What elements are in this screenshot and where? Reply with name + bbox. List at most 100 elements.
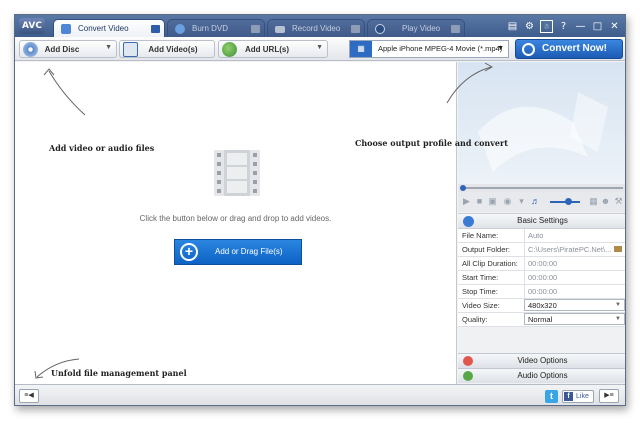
like-label: Like bbox=[576, 393, 589, 400]
tab-box-icon bbox=[451, 25, 460, 33]
panel-layout-icon[interactable]: ▶≡ bbox=[599, 389, 619, 403]
add-videos-button[interactable]: Add Video(s) bbox=[119, 40, 215, 58]
setting-key: File Name: bbox=[462, 231, 499, 240]
phone-profile-icon: ▦ bbox=[350, 41, 372, 57]
settings-panel: ▶ ■ ▣ ◉ ▾ ♬ ▦ ☻ ⚒ Basic Settings File Na… bbox=[458, 62, 625, 384]
film-reel-graphic bbox=[478, 92, 608, 172]
setting-quality: Quality: Normal ▼ bbox=[458, 313, 625, 327]
convert-now-label: Convert Now! bbox=[542, 43, 607, 54]
convert-now-button[interactable]: Convert Now! bbox=[515, 39, 623, 59]
menu-icon[interactable]: ▤ bbox=[506, 20, 519, 33]
setting-key: Output Folder: bbox=[462, 245, 510, 254]
play-icon[interactable]: ▶ bbox=[461, 196, 472, 207]
user-icon[interactable]: ☻ bbox=[600, 196, 611, 207]
setting-key: Quality: bbox=[462, 315, 488, 324]
chevron-down-icon[interactable]: ▾ bbox=[516, 196, 527, 207]
app-logo: AVC bbox=[19, 18, 45, 34]
tab-label: Play Video bbox=[402, 24, 441, 33]
add-urls-button[interactable]: Add URL(s) ▼ bbox=[218, 40, 328, 58]
wrench-icon[interactable]: ⚒ bbox=[613, 196, 624, 207]
basic-settings-header[interactable]: Basic Settings bbox=[458, 213, 625, 229]
toolbar: Add Disc ▼ Add Video(s) Add URL(s) ▼ ▦ A… bbox=[15, 37, 625, 61]
add-urls-label: Add URL(s) bbox=[245, 45, 289, 54]
minimize-icon[interactable]: — bbox=[574, 20, 587, 33]
file-drop-area[interactable]: Click the button below or drag and drop … bbox=[15, 62, 457, 384]
seek-knob[interactable] bbox=[460, 185, 466, 191]
app-window: AVC Convert Video Burn DVD Record Video … bbox=[14, 14, 626, 406]
filmstrip-icon bbox=[214, 150, 260, 196]
file-name-field[interactable]: Auto bbox=[524, 229, 625, 242]
tab-label: Convert Video bbox=[78, 24, 129, 33]
setting-file-name: File Name: Auto bbox=[458, 229, 625, 243]
refresh-icon bbox=[522, 43, 535, 56]
plus-icon: + bbox=[180, 243, 198, 261]
file-panel-toggle-icon[interactable]: ≡◀ bbox=[19, 389, 39, 403]
seek-track bbox=[462, 187, 623, 189]
add-or-drag-files-label: Add or Drag File(s) bbox=[215, 247, 283, 256]
setting-video-size: Video Size: 480x320 ▼ bbox=[458, 299, 625, 313]
audio-options-header[interactable]: Audio Options bbox=[458, 368, 625, 383]
setting-key: Stop Time: bbox=[462, 287, 498, 296]
playback-controls: ▶ ■ ▣ ◉ ▾ ♬ ▦ ☻ ⚒ bbox=[458, 192, 625, 212]
tab-burn-dvd[interactable]: Burn DVD bbox=[167, 19, 265, 37]
close-icon[interactable]: ✕ bbox=[608, 20, 621, 33]
video-preview bbox=[458, 62, 625, 184]
window-controls: ▤ ⚙ ☃ ? — □ ✕ bbox=[506, 17, 621, 35]
seek-bar[interactable] bbox=[458, 184, 625, 192]
chevron-down-icon[interactable]: ▼ bbox=[316, 44, 323, 51]
add-disc-button[interactable]: Add Disc ▼ bbox=[19, 40, 117, 58]
stop-icon[interactable]: ■ bbox=[474, 196, 485, 207]
tab-label: Record Video bbox=[292, 24, 341, 33]
convert-icon bbox=[61, 24, 71, 34]
camera-icon bbox=[275, 26, 285, 33]
quality-value: Normal bbox=[528, 315, 553, 324]
setting-key: All Clip Duration: bbox=[462, 259, 518, 268]
setting-output-folder: Output Folder: C:\Users\PiratePC.Net\... bbox=[458, 243, 625, 257]
video-options-label: Video Options bbox=[517, 356, 568, 365]
facebook-like-button[interactable]: f Like bbox=[562, 390, 594, 403]
title-bar: AVC Convert Video Burn DVD Record Video … bbox=[15, 15, 625, 37]
output-folder-field[interactable]: C:\Users\PiratePC.Net\... bbox=[524, 243, 625, 256]
chevron-down-icon[interactable]: ▼ bbox=[615, 300, 621, 310]
output-profile-select[interactable]: ▦ Apple iPhone MPEG-4 Movie (*.mp4) ▼ bbox=[349, 40, 509, 58]
annotation-output-profile: Choose output profile and convert bbox=[355, 138, 508, 148]
chevron-down-icon[interactable]: ▼ bbox=[615, 314, 621, 324]
snapshot-icon[interactable]: ▣ bbox=[487, 196, 498, 207]
video-size-value: 480x320 bbox=[528, 301, 557, 310]
help-icon[interactable]: ? bbox=[557, 20, 570, 33]
profile-value: Apple iPhone MPEG-4 Movie (*.mp4) bbox=[378, 44, 503, 53]
video-size-select[interactable]: 480x320 ▼ bbox=[524, 299, 625, 311]
setting-all-clip-duration: All Clip Duration: 00:00:00 bbox=[458, 257, 625, 271]
folder-icon[interactable] bbox=[614, 246, 622, 252]
maximize-icon[interactable]: □ bbox=[591, 20, 604, 33]
add-or-drag-files-button[interactable]: + Add or Drag File(s) bbox=[174, 239, 302, 265]
skin-icon[interactable]: ☃ bbox=[540, 19, 553, 33]
volume-icon[interactable]: ♬ bbox=[530, 196, 541, 207]
setting-key: Video Size: bbox=[462, 301, 500, 310]
gear-icon[interactable]: ⚙ bbox=[523, 20, 536, 33]
chevron-down-icon[interactable]: ▼ bbox=[105, 44, 112, 51]
copy-icon[interactable]: ▦ bbox=[588, 196, 599, 207]
disc-icon bbox=[175, 24, 185, 34]
volume-knob[interactable] bbox=[565, 198, 572, 205]
annotation-add-files: Add video or audio files bbox=[49, 143, 155, 153]
setting-start-time: Start Time: 00:00:00 bbox=[458, 271, 625, 285]
tab-record-video[interactable]: Record Video bbox=[267, 19, 365, 37]
audio-options-label: Audio Options bbox=[517, 371, 568, 380]
start-time-field[interactable]: 00:00:00 bbox=[524, 271, 625, 284]
stop-time-field[interactable]: 00:00:00 bbox=[524, 285, 625, 298]
video-options-header[interactable]: Video Options bbox=[458, 353, 625, 368]
duration-value: 00:00:00 bbox=[524, 257, 625, 270]
tab-play-video[interactable]: Play Video bbox=[367, 19, 465, 37]
setting-stop-time: Stop Time: 00:00:00 bbox=[458, 285, 625, 299]
tab-label: Burn DVD bbox=[192, 24, 229, 33]
twitter-icon[interactable]: t bbox=[545, 390, 558, 403]
quality-select[interactable]: Normal ▼ bbox=[524, 313, 625, 325]
chevron-down-icon[interactable]: ▼ bbox=[497, 41, 504, 57]
annotation-file-panel: Unfold file management panel bbox=[51, 368, 187, 378]
output-folder-value: C:\Users\PiratePC.Net\... bbox=[528, 245, 612, 254]
tab-convert-video[interactable]: Convert Video bbox=[53, 19, 165, 37]
add-disc-label: Add Disc bbox=[44, 45, 80, 54]
play-icon bbox=[375, 24, 385, 34]
effect-icon[interactable]: ◉ bbox=[502, 196, 513, 207]
